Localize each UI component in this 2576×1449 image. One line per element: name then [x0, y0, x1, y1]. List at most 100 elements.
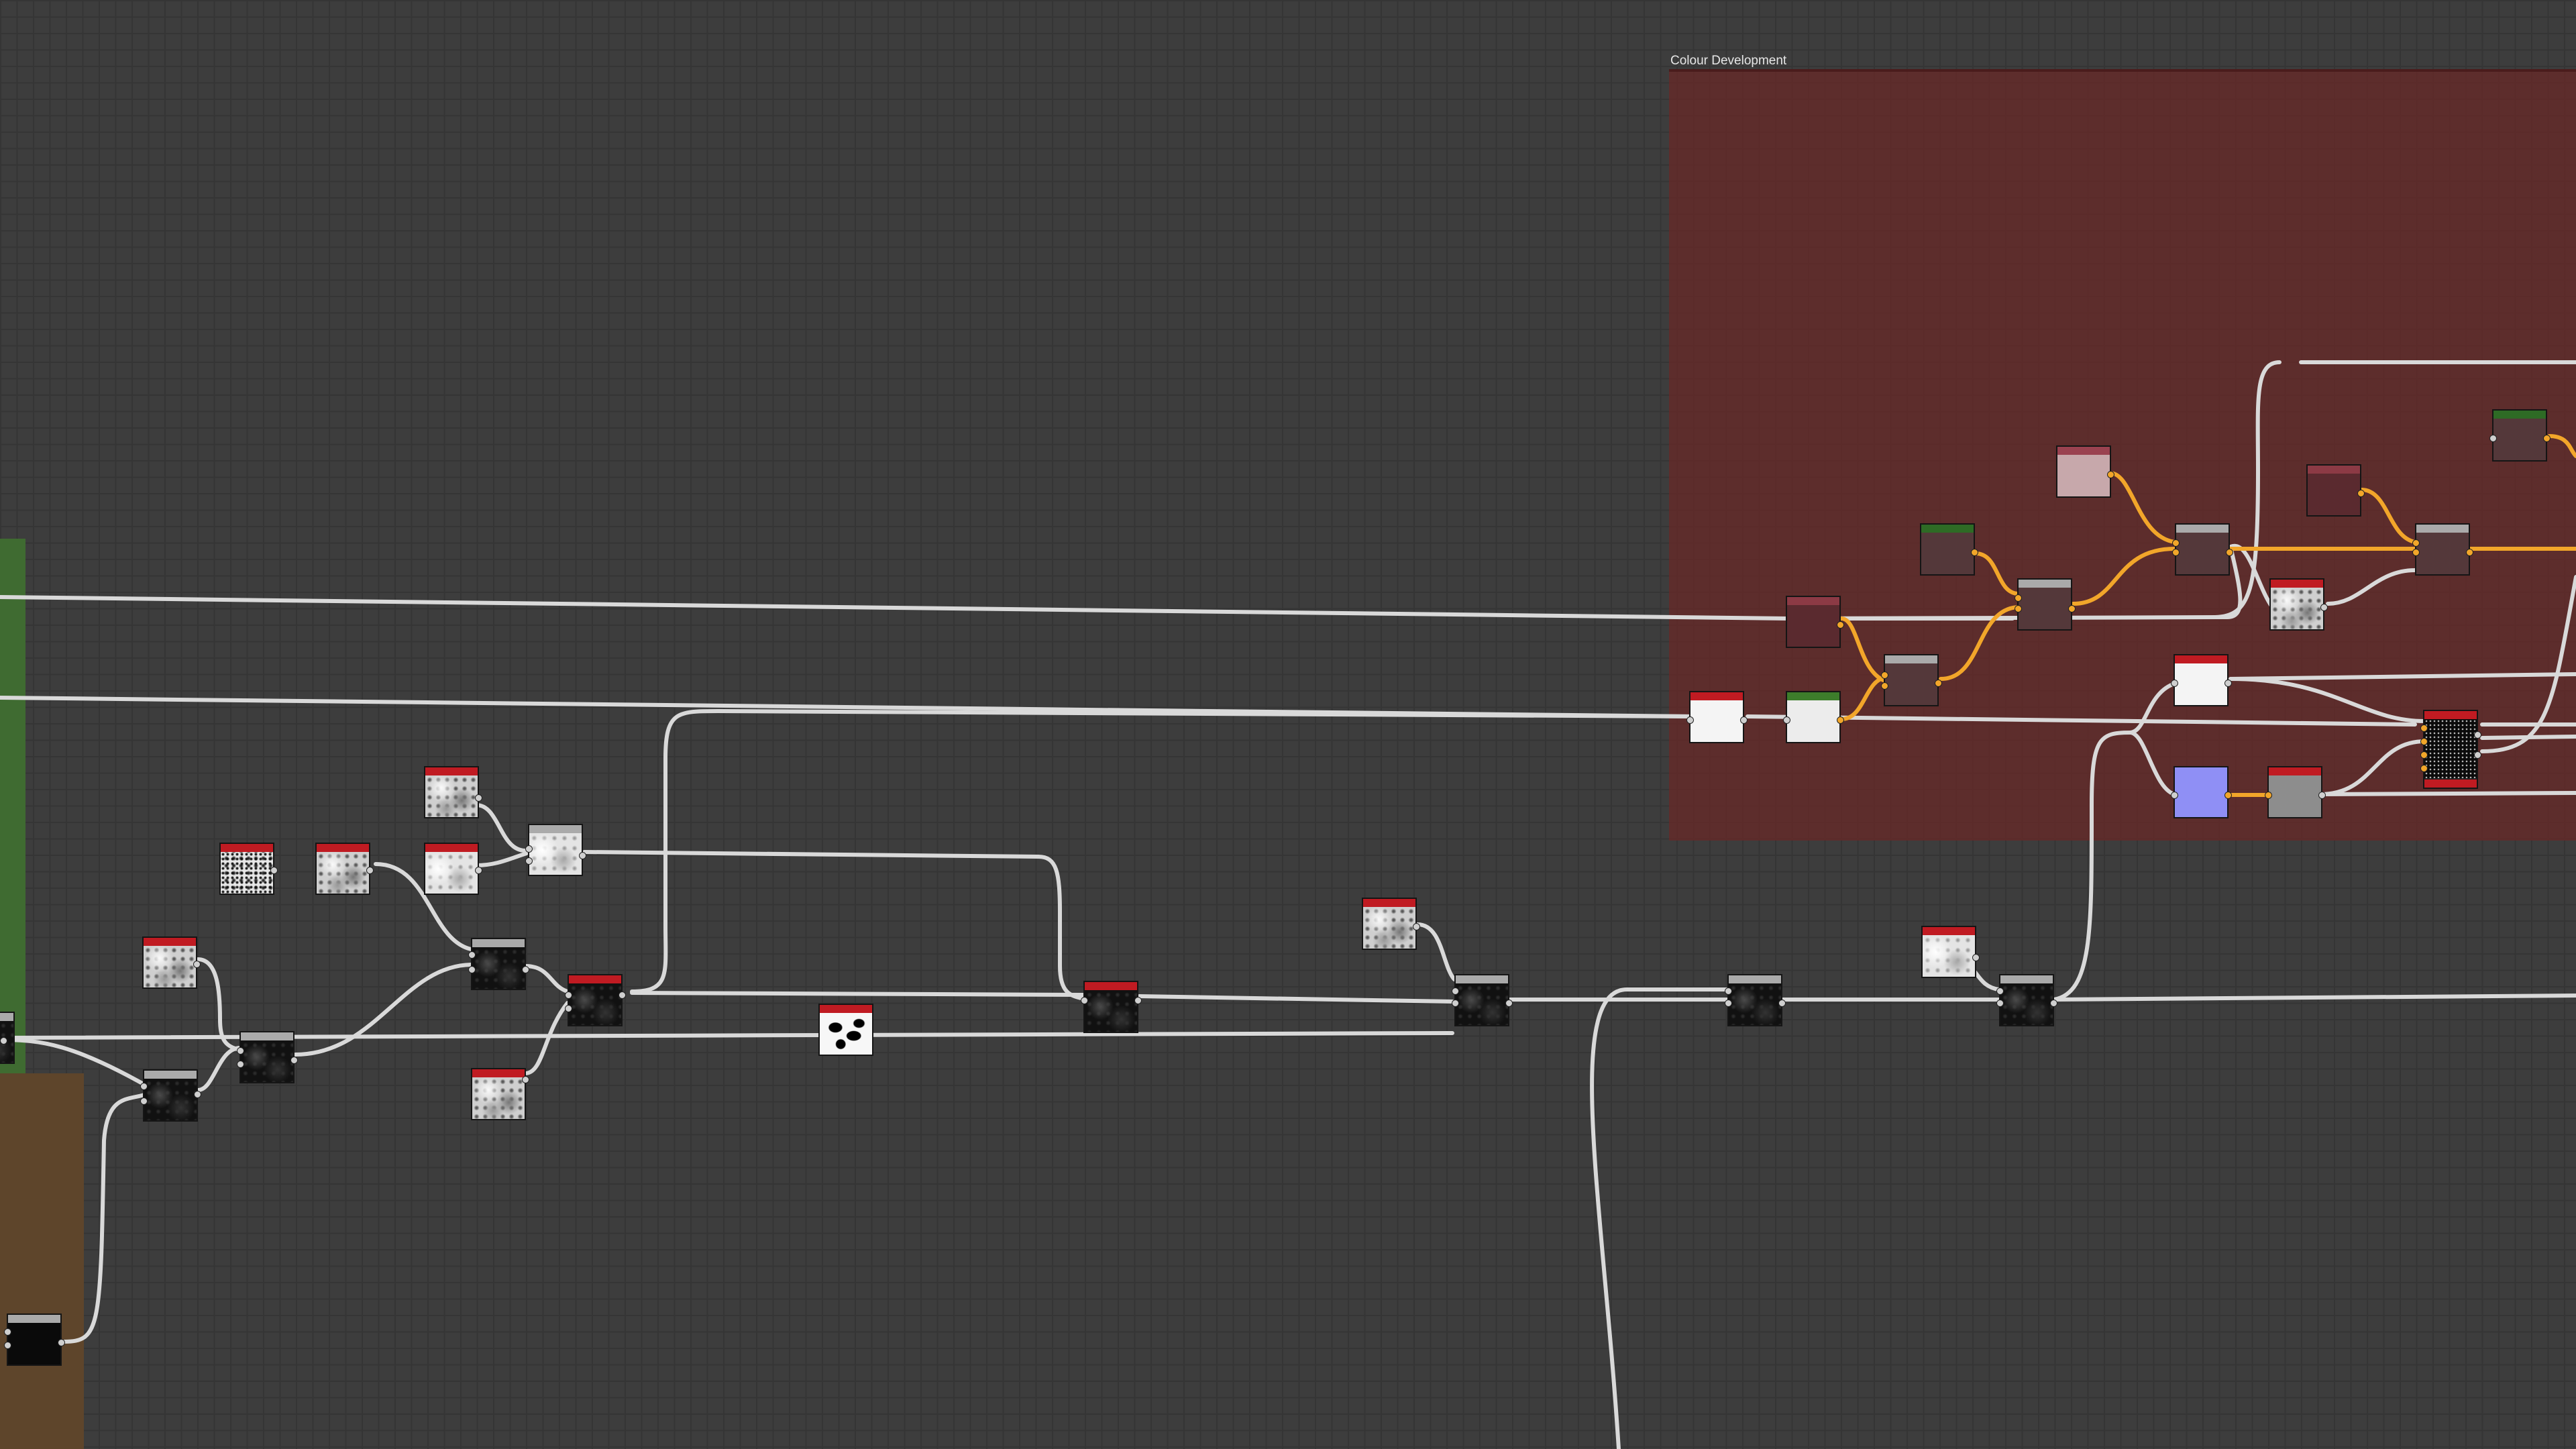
- input-pin[interactable]: [4, 1328, 11, 1336]
- wire[interactable]: [2318, 739, 2427, 796]
- output-pin[interactable]: [2474, 751, 2481, 759]
- wire[interactable]: [523, 1001, 570, 1075]
- wire[interactable]: [1415, 922, 1456, 981]
- output-pin[interactable]: [2107, 471, 2114, 478]
- output-pin[interactable]: [2068, 605, 2076, 612]
- node-white-red-1[interactable]: [1686, 691, 1748, 743]
- node-noise-grainy-4[interactable]: [471, 1068, 529, 1120]
- colour-wire[interactable]: [2359, 488, 2417, 544]
- output-pin[interactable]: [2224, 680, 2232, 687]
- output-pin[interactable]: [58, 1339, 65, 1346]
- input-pin[interactable]: [2420, 738, 2428, 745]
- node-blobs-1[interactable]: [818, 1004, 873, 1056]
- input-pin[interactable]: [140, 1097, 148, 1105]
- output-pin[interactable]: [1134, 997, 1142, 1004]
- node-green-uniform-1[interactable]: [1920, 523, 1978, 576]
- input-pin[interactable]: [468, 951, 476, 959]
- input-pin[interactable]: [2420, 751, 2428, 759]
- output-pin[interactable]: [475, 794, 482, 802]
- input-pin[interactable]: [4, 1342, 11, 1349]
- wire[interactable]: [474, 803, 529, 853]
- wire[interactable]: [2229, 672, 2576, 681]
- input-pin[interactable]: [1881, 682, 1888, 690]
- wire[interactable]: [2052, 681, 2179, 1002]
- output-pin[interactable]: [1837, 716, 1844, 724]
- node-blend-5[interactable]: [1725, 974, 1786, 1026]
- node-blend-2[interactable]: [468, 938, 529, 990]
- wire[interactable]: [196, 1045, 244, 1092]
- input-pin[interactable]: [1725, 987, 1732, 995]
- colour-wire[interactable]: [2547, 434, 2576, 458]
- node-maroon-2[interactable]: [2306, 464, 2365, 517]
- input-pin[interactable]: [1996, 1000, 2004, 1007]
- input-pin[interactable]: [2489, 435, 2497, 442]
- node-speckle-output[interactable]: [2420, 710, 2481, 789]
- node-blend-colour-1[interactable]: [1881, 654, 1942, 706]
- output-pin[interactable]: [1505, 1000, 1513, 1007]
- input-pin[interactable]: [2412, 549, 2420, 556]
- node-black-1[interactable]: [140, 1069, 201, 1122]
- output-pin[interactable]: [522, 1076, 529, 1083]
- wire[interactable]: [474, 851, 529, 867]
- node-blend-6[interactable]: [1996, 974, 2057, 1026]
- output-pin[interactable]: [0, 1037, 7, 1044]
- colour-wire[interactable]: [1839, 676, 1888, 721]
- output-pin[interactable]: [2320, 604, 2328, 611]
- wire[interactable]: [0, 595, 1790, 621]
- input-pin[interactable]: [237, 1061, 244, 1068]
- wire[interactable]: [2052, 994, 2576, 1002]
- output-pin[interactable]: [290, 1057, 298, 1064]
- input-pin[interactable]: [525, 857, 533, 865]
- node-blend-1[interactable]: [525, 824, 586, 876]
- input-pin[interactable]: [1996, 987, 2004, 995]
- input-pin[interactable]: [2265, 792, 2272, 799]
- wire[interactable]: [62, 1093, 146, 1344]
- input-pin[interactable]: [2172, 539, 2180, 547]
- input-pin[interactable]: [2412, 539, 2420, 547]
- input-pin[interactable]: [2420, 724, 2428, 732]
- colour-wire[interactable]: [2071, 547, 2177, 606]
- colour-wire[interactable]: [1839, 616, 1887, 683]
- node-noise-cloud-4[interactable]: [1921, 926, 1980, 978]
- input-pin[interactable]: [1452, 1000, 1459, 1007]
- node-white-red-2[interactable]: [2171, 654, 2232, 706]
- output-pin[interactable]: [2224, 792, 2232, 799]
- input-pin[interactable]: [468, 966, 476, 973]
- input-pin[interactable]: [2420, 765, 2428, 772]
- wire[interactable]: [1590, 987, 1729, 1449]
- wire[interactable]: [293, 963, 473, 1057]
- input-pin[interactable]: [237, 1047, 244, 1055]
- wire[interactable]: [630, 708, 1696, 994]
- node-noise-grainy-1[interactable]: [219, 843, 278, 895]
- input-pin[interactable]: [1081, 997, 1088, 1004]
- output-pin[interactable]: [619, 991, 626, 999]
- output-pin[interactable]: [2466, 549, 2473, 556]
- input-pin[interactable]: [1881, 672, 1888, 679]
- node-blend-colour-3[interactable]: [2172, 523, 2233, 576]
- wire[interactable]: [630, 991, 1085, 997]
- output-pin[interactable]: [2543, 435, 2551, 442]
- node-blend-4[interactable]: [1452, 974, 1513, 1026]
- node-white-green-1[interactable]: [1783, 691, 1844, 743]
- node-periwinkle-colour[interactable]: [2171, 766, 2232, 818]
- node-blend-3[interactable]: [237, 1031, 298, 1083]
- input-pin[interactable]: [1686, 716, 1694, 724]
- output-pin[interactable]: [1740, 716, 1748, 724]
- output-pin[interactable]: [522, 966, 529, 973]
- node-black-2[interactable]: [4, 1313, 65, 1366]
- output-pin[interactable]: [2226, 549, 2233, 556]
- node-green-uniform-2[interactable]: [2489, 409, 2551, 462]
- wire[interactable]: [0, 1038, 160, 1094]
- wire[interactable]: [2326, 568, 2417, 606]
- output-pin[interactable]: [366, 867, 374, 874]
- node-rose-uniform-1[interactable]: [2056, 445, 2114, 498]
- node-maroon-1[interactable]: [1786, 596, 1844, 648]
- input-pin[interactable]: [1452, 987, 1459, 995]
- input-pin[interactable]: [1783, 716, 1790, 724]
- output-pin[interactable]: [2318, 792, 2326, 799]
- output-pin[interactable]: [1837, 621, 1844, 629]
- input-pin[interactable]: [2015, 605, 2022, 612]
- output-pin[interactable]: [1935, 680, 1942, 687]
- output-pin[interactable]: [1413, 923, 1420, 930]
- input-pin[interactable]: [565, 1005, 572, 1012]
